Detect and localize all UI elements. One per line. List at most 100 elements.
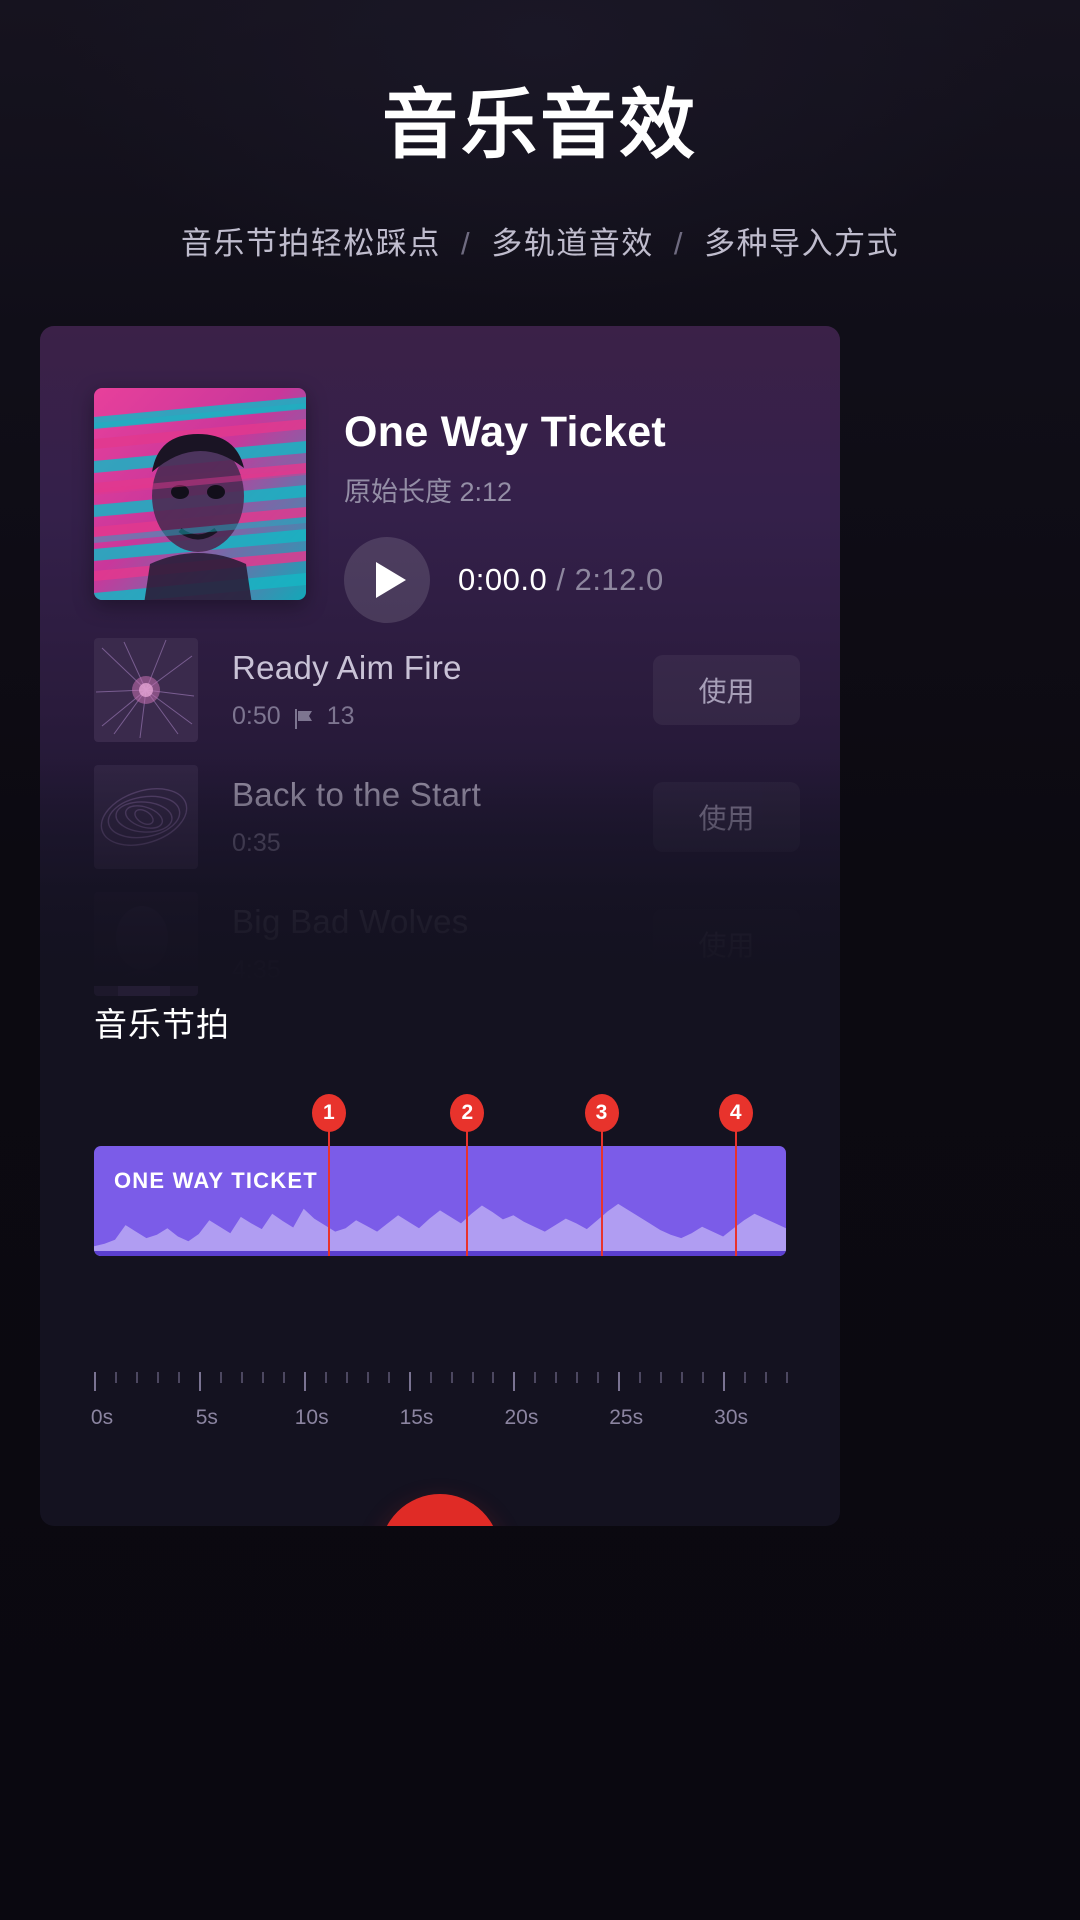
clip-underline bbox=[94, 1251, 786, 1256]
ruler-label: 0s bbox=[90, 1406, 114, 1429]
waveform-area[interactable]: ONE WAY TICKET 1234 bbox=[94, 1094, 786, 1354]
track-meta: 4:35 bbox=[232, 956, 619, 985]
track-thumbnail bbox=[94, 764, 198, 869]
ruler-tick-minor bbox=[639, 1372, 642, 1383]
music-panel-card: One Way Ticket 原始长度 2:12 0:00.0 / 2:12.0 bbox=[40, 326, 840, 1526]
ruler-label: 15s bbox=[399, 1406, 434, 1429]
list-item[interactable]: Big Bad Wolves 4:35 使用 bbox=[94, 880, 800, 1007]
ruler-tick-minor bbox=[261, 1372, 264, 1383]
track-info: Ready Aim Fire 0:50 13 bbox=[232, 649, 619, 731]
add-beat-button[interactable] bbox=[380, 1494, 500, 1526]
ruler-tick-minor bbox=[534, 1372, 537, 1383]
track-thumbnail bbox=[94, 637, 198, 742]
track-duration: 4:35 bbox=[232, 955, 281, 984]
use-button[interactable]: 使用 bbox=[653, 909, 800, 979]
use-button[interactable]: 使用 bbox=[653, 654, 800, 725]
ruler-tick-minor bbox=[450, 1372, 453, 1383]
ruler-label: 5s bbox=[195, 1406, 218, 1429]
ruler-tick-minor bbox=[492, 1372, 495, 1383]
ruler-tick-minor bbox=[324, 1372, 327, 1383]
audio-clip-block[interactable]: ONE WAY TICKET bbox=[94, 1146, 786, 1256]
track-name: Ready Aim Fire bbox=[232, 648, 462, 686]
now-playing-meta: One Way Ticket 原始长度 2:12 0:00.0 / 2:12.0 bbox=[344, 388, 666, 623]
ruler-tick-major bbox=[408, 1372, 411, 1391]
list-item[interactable]: Ready Aim Fire 0:50 13 使用 bbox=[94, 626, 800, 753]
time-separator: / bbox=[556, 562, 566, 597]
ruler-tick-major bbox=[198, 1372, 201, 1391]
track-thumbnail bbox=[94, 891, 198, 996]
track-meta: 0:50 13 bbox=[232, 702, 619, 731]
ruler-tick-minor bbox=[702, 1372, 705, 1383]
ruler-tick-minor bbox=[115, 1372, 117, 1383]
beat-marker-stem bbox=[466, 1124, 469, 1256]
ruler-tick-minor bbox=[240, 1372, 243, 1383]
page-title: 音乐音效 bbox=[382, 83, 698, 168]
ruler-tick-minor bbox=[345, 1372, 348, 1383]
ruler-tick-minor bbox=[366, 1372, 369, 1383]
beat-marker-stem bbox=[327, 1124, 330, 1256]
ruler-label: 30s bbox=[714, 1406, 749, 1429]
ruler-tick-major bbox=[303, 1372, 306, 1391]
timeline-ruler[interactable]: 0s 5s 10s 15s 20s 25s 30s bbox=[90, 1372, 788, 1462]
ruler-tick-minor bbox=[177, 1372, 180, 1383]
ruler-tick-minor bbox=[744, 1372, 747, 1383]
ruler-label: 25s bbox=[609, 1406, 644, 1429]
page-subtitle: 音乐节拍轻松踩点 / 多轨道音效 / 多种导入方式 bbox=[0, 218, 1080, 263]
transport-controls: 0:00.0 / 2:12.0 bbox=[344, 537, 666, 623]
track-title: One Way Ticket bbox=[344, 408, 667, 456]
beat-count: 13 bbox=[326, 701, 355, 730]
track-name: Back to the Start bbox=[232, 775, 482, 813]
original-length-label: 原始长度 2:12 bbox=[344, 477, 513, 507]
beat-marker-stem bbox=[734, 1124, 737, 1256]
ruler-tick-minor bbox=[576, 1372, 579, 1383]
ruler-tick-major bbox=[618, 1372, 621, 1391]
waveform-graph bbox=[94, 1203, 786, 1256]
ruler-tick-minor bbox=[387, 1372, 390, 1383]
subtitle-separator-1: / bbox=[461, 225, 472, 261]
track-info: Big Bad Wolves 4:35 bbox=[232, 903, 619, 985]
ruler-tick-minor bbox=[219, 1372, 222, 1383]
ruler-label: 20s bbox=[504, 1406, 539, 1429]
ruler-label: 10s bbox=[294, 1406, 329, 1429]
subtitle-part-3: 多种导入方式 bbox=[704, 225, 900, 261]
ruler-tick-minor bbox=[555, 1372, 558, 1383]
flag-icon bbox=[293, 708, 315, 730]
track-name: Big Bad Wolves bbox=[232, 902, 469, 940]
play-icon bbox=[376, 562, 406, 598]
ruler-tick-major bbox=[723, 1372, 726, 1391]
list-item[interactable]: Back to the Start 0:35 使用 bbox=[94, 753, 800, 880]
player-region: One Way Ticket 原始长度 2:12 0:00.0 / 2:12.0 bbox=[40, 326, 840, 996]
subtitle-separator-2: / bbox=[673, 225, 684, 261]
ruler-tick-major bbox=[513, 1372, 516, 1391]
ruler-tick-minor bbox=[282, 1372, 285, 1383]
ruler-tick-minor bbox=[786, 1372, 788, 1383]
ruler-tick-minor bbox=[429, 1372, 432, 1383]
track-info: Back to the Start 0:35 bbox=[232, 776, 619, 858]
ruler-tick-minor bbox=[681, 1372, 684, 1383]
play-button[interactable] bbox=[344, 537, 430, 623]
album-cover bbox=[94, 388, 306, 600]
now-playing: One Way Ticket 原始长度 2:12 0:00.0 / 2:12.0 bbox=[94, 388, 666, 623]
track-meta: 0:35 bbox=[232, 829, 619, 858]
ruler-tick-minor bbox=[660, 1372, 663, 1383]
subtitle-part-1: 音乐节拍轻松踩点 bbox=[180, 225, 441, 261]
current-time: 0:00.0 bbox=[458, 562, 548, 597]
time-display: 0:00.0 / 2:12.0 bbox=[458, 562, 664, 598]
hero-header: 音乐音效 音乐节拍轻松踩点 / 多轨道音效 / 多种导入方式 bbox=[0, 0, 1080, 263]
track-duration: 0:35 bbox=[232, 828, 281, 857]
ruler-tick-minor bbox=[597, 1372, 600, 1383]
use-button[interactable]: 使用 bbox=[653, 782, 800, 852]
track-duration: 0:50 bbox=[232, 701, 281, 730]
track-list: Ready Aim Fire 0:50 13 使用 Back to the St… bbox=[94, 626, 800, 1007]
clip-label: ONE WAY TICKET bbox=[114, 1168, 318, 1193]
subtitle-part-2: 多轨道音效 bbox=[491, 225, 654, 261]
ruler-tick-minor bbox=[765, 1372, 767, 1383]
beat-section-heading: 音乐节拍 bbox=[94, 1006, 230, 1043]
beat-marker-stem bbox=[600, 1124, 603, 1256]
ruler-tick-minor bbox=[135, 1372, 138, 1383]
total-time: 2:12.0 bbox=[574, 562, 664, 597]
ruler-tick-major bbox=[94, 1372, 96, 1391]
ruler-tick-minor bbox=[471, 1372, 474, 1383]
app-root: 音乐音效 音乐节拍轻松踩点 / 多轨道音效 / 多种导入方式 One Way T… bbox=[0, 0, 1080, 1920]
ruler-tick-minor bbox=[156, 1372, 159, 1383]
